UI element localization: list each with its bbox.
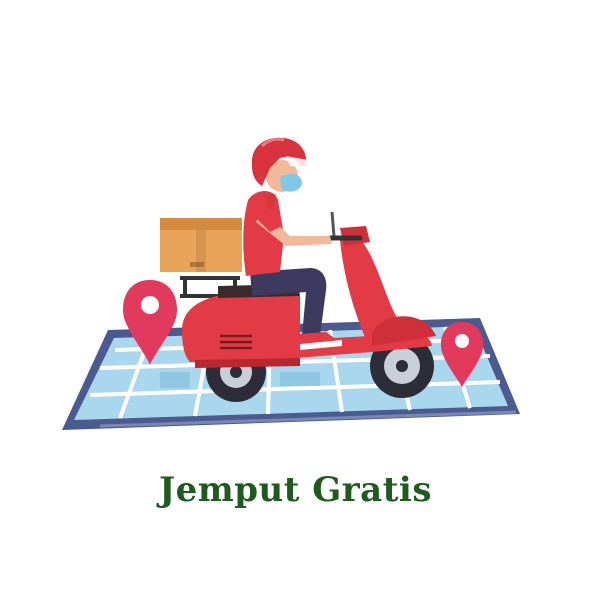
caption-title: Jemput Gratis	[159, 470, 432, 510]
delivery-box-icon	[160, 218, 242, 272]
